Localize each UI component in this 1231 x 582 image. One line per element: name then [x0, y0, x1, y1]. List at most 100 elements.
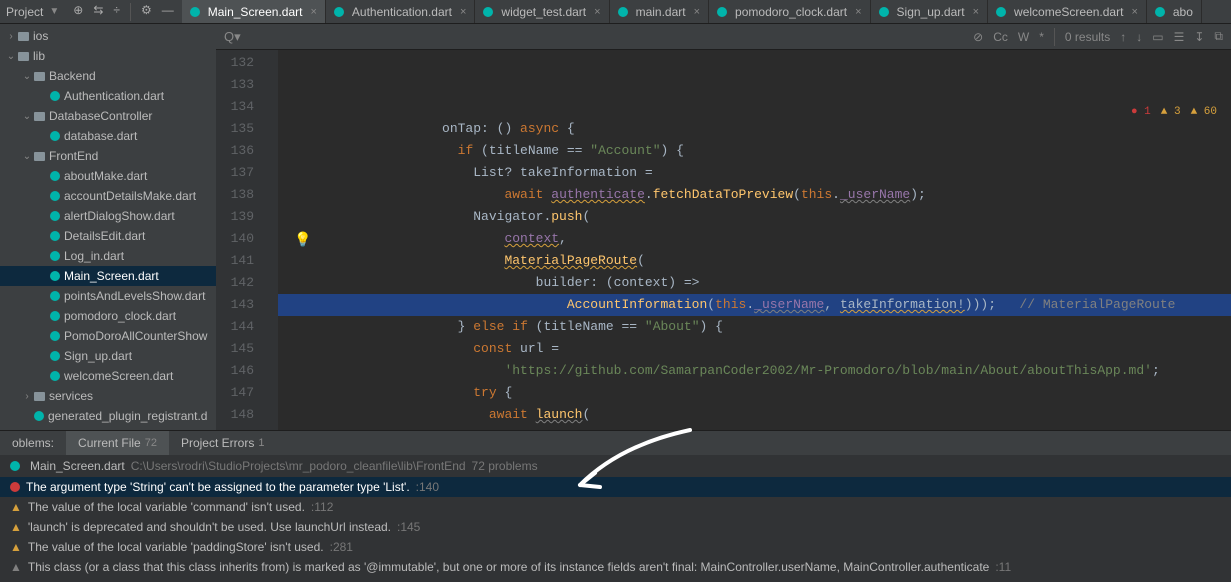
code-line[interactable]: const url =: [278, 338, 1231, 360]
tree-file[interactable]: Log_in.dart: [0, 246, 216, 266]
filter-icon[interactable]: ☰: [1174, 30, 1185, 44]
warning-badge-1[interactable]: ▲ 3: [1161, 106, 1181, 118]
fold-marker[interactable]: [264, 74, 278, 96]
tree-arrow-icon[interactable]: ⌄: [4, 51, 18, 62]
editor-tab[interactable]: Main_Screen.dart×: [182, 0, 326, 24]
error-badge[interactable]: ● 1: [1131, 106, 1151, 118]
more-options-icon[interactable]: ↧: [1194, 30, 1204, 44]
editor-tab[interactable]: pomodoro_clock.dart×: [709, 0, 871, 24]
code-line[interactable]: onTap: () async {: [278, 118, 1231, 140]
words-toggle[interactable]: W: [1018, 30, 1029, 44]
fold-marker[interactable]: [264, 96, 278, 118]
fold-marker[interactable]: [264, 140, 278, 162]
fold-marker[interactable]: [264, 404, 278, 426]
editor-tab[interactable]: welcomeScreen.dart×: [988, 0, 1147, 24]
select-all-icon[interactable]: ▭: [1152, 30, 1163, 44]
prev-match-icon[interactable]: ↑: [1120, 30, 1126, 44]
tree-folder[interactable]: ⌄Backend: [0, 66, 216, 86]
close-icon[interactable]: ×: [306, 6, 316, 18]
tree-arrow-icon[interactable]: ›: [20, 391, 34, 402]
fold-marker[interactable]: [264, 206, 278, 228]
tree-file[interactable]: generated_plugin_registrant.d: [0, 406, 216, 426]
tree-folder[interactable]: ⌄lib: [0, 46, 216, 66]
match-case-toggle[interactable]: Cc: [993, 30, 1008, 44]
code-line[interactable]: AccountInformation(this._userName, takeI…: [278, 294, 1231, 316]
fold-marker[interactable]: [264, 162, 278, 184]
search-icon[interactable]: Q▾: [224, 29, 241, 45]
tree-file[interactable]: PomoDoroAllCounterShow: [0, 326, 216, 346]
fold-marker[interactable]: [264, 184, 278, 206]
tree-file[interactable]: alertDialogShow.dart: [0, 206, 216, 226]
close-icon[interactable]: ×: [456, 6, 466, 18]
fold-marker[interactable]: [264, 118, 278, 140]
close-icon[interactable]: ×: [851, 6, 861, 18]
project-tree[interactable]: ›ios⌄lib⌄BackendAuthentication.dart⌄Data…: [0, 24, 216, 430]
editor-body[interactable]: 1321331341351361371381391401411421431441…: [216, 50, 1231, 430]
hide-icon[interactable]: —: [162, 3, 174, 21]
problems-file-header[interactable]: Main_Screen.dart C:\Users\rodri\StudioPr…: [0, 455, 1231, 477]
code-line[interactable]: try {: [278, 382, 1231, 404]
close-icon[interactable]: ×: [590, 6, 600, 18]
fold-marker[interactable]: [264, 360, 278, 382]
tree-file[interactable]: Sign_up.dart: [0, 346, 216, 366]
tree-arrow-icon[interactable]: ⌄: [20, 151, 34, 162]
project-tool-header[interactable]: Project ▼: [0, 5, 65, 19]
fold-marker[interactable]: [264, 316, 278, 338]
fold-marker[interactable]: [264, 294, 278, 316]
problem-row[interactable]: ▲The value of the local variable 'paddin…: [0, 537, 1231, 557]
problems-list[interactable]: The argument type 'String' can't be assi…: [0, 477, 1231, 582]
tree-file[interactable]: pointsAndLevelsShow.dart: [0, 286, 216, 306]
editor-tab[interactable]: abo: [1147, 0, 1202, 24]
problem-row[interactable]: ▲The value of the local variable 'comman…: [0, 497, 1231, 517]
fold-marker[interactable]: [264, 382, 278, 404]
editor-tab[interactable]: Sign_up.dart×: [871, 0, 989, 24]
tree-file[interactable]: welcomeScreen.dart: [0, 366, 216, 386]
editor-tab[interactable]: widget_test.dart×: [475, 0, 609, 24]
fold-marker[interactable]: [264, 250, 278, 272]
fold-marker[interactable]: [264, 228, 278, 250]
tree-arrow-icon[interactable]: ⌄: [20, 111, 34, 122]
inspection-status[interactable]: ● 1 ▲ 3 ▲ 60: [1131, 106, 1217, 118]
expand-all-icon[interactable]: ⇆: [93, 3, 103, 21]
intention-bulb-icon[interactable]: 💡: [294, 230, 311, 252]
tree-folder[interactable]: ⌄DatabaseController: [0, 106, 216, 126]
editor-tab[interactable]: Authentication.dart×: [326, 0, 476, 24]
tree-file[interactable]: DetailsEdit.dart: [0, 226, 216, 246]
fold-marker[interactable]: [264, 272, 278, 294]
tree-file[interactable]: database.dart: [0, 126, 216, 146]
tree-file[interactable]: Authentication.dart: [0, 86, 216, 106]
tree-folder[interactable]: ⌄FrontEnd: [0, 146, 216, 166]
tree-arrow-icon[interactable]: ›: [4, 31, 18, 42]
tree-file[interactable]: Main_Screen.dart: [0, 266, 216, 286]
tree-arrow-icon[interactable]: ⌄: [20, 71, 34, 82]
close-icon[interactable]: ×: [969, 6, 979, 18]
problems-tab[interactable]: Project Errors 1: [169, 431, 276, 455]
problems-tab[interactable]: oblems:: [0, 431, 66, 455]
code-line[interactable]: await authenticate.fetchDataToPreview(th…: [278, 184, 1231, 206]
warning-badge-2[interactable]: ▲ 60: [1191, 106, 1217, 118]
next-match-icon[interactable]: ↓: [1136, 30, 1142, 44]
code-line[interactable]: 'https://github.com/SamarpanCoder2002/Mr…: [278, 360, 1231, 382]
editor-tab[interactable]: main.dart×: [610, 0, 709, 24]
problem-row[interactable]: The argument type 'String' can't be assi…: [0, 477, 1231, 497]
tree-folder[interactable]: ›services: [0, 386, 216, 406]
target-icon[interactable]: ⊕: [73, 3, 83, 21]
search-input[interactable]: [249, 29, 449, 44]
fold-marker[interactable]: [264, 338, 278, 360]
code-line[interactable]: context,: [278, 228, 1231, 250]
code-line[interactable]: Navigator.push(: [278, 206, 1231, 228]
code-area[interactable]: 💡 onTap: () async { if (titleName == "Ac…: [278, 50, 1231, 430]
tree-file[interactable]: accountDetailsMake.dart: [0, 186, 216, 206]
close-icon[interactable]: ×: [1127, 6, 1137, 18]
code-line[interactable]: url,: [278, 426, 1231, 430]
add-selection-icon[interactable]: ⧉: [1214, 29, 1223, 44]
collapse-all-icon[interactable]: ÷: [113, 3, 120, 21]
close-icon[interactable]: ×: [690, 6, 700, 18]
code-line[interactable]: if (titleName == "Account") {: [278, 140, 1231, 162]
close-search-icon[interactable]: ⊘: [973, 30, 983, 44]
settings-icon[interactable]: ⚙: [141, 3, 152, 21]
problem-row[interactable]: ▲This class (or a class that this class …: [0, 557, 1231, 577]
fold-marker[interactable]: [264, 52, 278, 74]
tree-file[interactable]: pomodoro_clock.dart: [0, 306, 216, 326]
tree-folder[interactable]: ›ios: [0, 26, 216, 46]
